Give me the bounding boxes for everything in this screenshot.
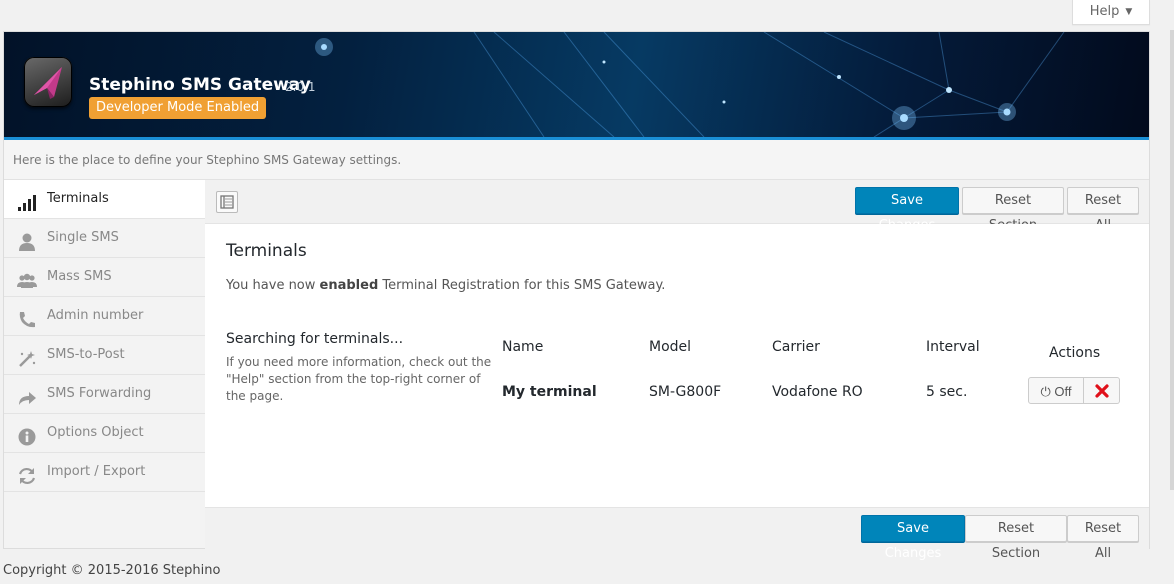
signal-bars-icon	[17, 190, 37, 211]
column-header-model: Model	[649, 339, 692, 355]
sidebar-item-sms-to-post[interactable]: SMS-to-Post	[4, 336, 205, 375]
sidebar-item-single-sms[interactable]: Single SMS	[4, 219, 205, 258]
desc-text: You have now	[226, 278, 320, 293]
section-description: You have now enabled Terminal Registrati…	[226, 278, 665, 293]
sidebar-item-label: Mass SMS	[47, 269, 112, 284]
app-version: 2.0.1	[285, 80, 316, 94]
bottom-toolbar: Save Changes Reset Section Reset All	[205, 507, 1149, 561]
sidebar-item-label: Admin number	[47, 308, 144, 323]
sidebar-item-label: Single SMS	[47, 230, 119, 245]
reset-section-button[interactable]: Reset Section	[962, 187, 1064, 233]
sidebar-item-label: SMS Forwarding	[47, 386, 152, 401]
settings-panel: Stephino SMS Gateway 2.0.1 Developer Mod…	[3, 31, 1150, 561]
reset-all-button[interactable]: Reset All	[1067, 515, 1139, 561]
expand-panel-icon[interactable]	[216, 191, 238, 213]
help-tab-label: Help	[1089, 4, 1120, 19]
sidebar: Terminals Single SMS Mass SMS Admin numb…	[4, 180, 206, 548]
save-changes-button[interactable]: Save Changes	[855, 187, 959, 233]
intro-text: Here is the place to define your Stephin…	[4, 140, 1149, 180]
sidebar-item-options-object[interactable]: Options Object	[4, 414, 205, 453]
phone-icon	[17, 307, 37, 328]
sidebar-item-label: Options Object	[47, 425, 144, 440]
scrollbar[interactable]	[1170, 30, 1174, 490]
terminals-section: Terminals You have now enabled Terminal …	[205, 224, 1149, 507]
sidebar-item-terminals[interactable]: Terminals	[4, 180, 205, 219]
developer-mode-badge: Developer Mode Enabled	[89, 97, 267, 119]
refresh-icon	[17, 463, 37, 485]
terminal-model-cell: SM-G800F	[649, 384, 722, 400]
sidebar-item-mass-sms[interactable]: Mass SMS	[4, 258, 205, 297]
copyright-text: Copyright © 2015-2016 Stephino	[3, 563, 221, 578]
searching-title: Searching for terminals...	[226, 331, 404, 347]
delete-terminal-button[interactable]	[1084, 377, 1120, 404]
sidebar-item-label: Import / Export	[47, 464, 146, 479]
header-banner: Stephino SMS Gateway 2.0.1 Developer Mod…	[4, 32, 1149, 140]
reset-all-button[interactable]: Reset All	[1067, 187, 1139, 233]
app-logo	[24, 57, 72, 107]
app-title: Stephino SMS Gateway	[89, 75, 311, 95]
sidebar-item-label: SMS-to-Post	[47, 347, 125, 362]
top-toolbar: Save Changes Reset Section Reset All	[205, 180, 1149, 233]
sidebar-item-admin-number[interactable]: Admin number	[4, 297, 205, 336]
paper-plane-logo-icon	[34, 67, 62, 99]
terminal-carrier-cell: Vodafone RO	[772, 384, 863, 400]
help-tab[interactable]: Help ▼	[1072, 0, 1150, 25]
column-header-interval: Interval	[926, 339, 980, 355]
terminal-interval-cell: 5 sec.	[926, 384, 968, 400]
save-changes-button[interactable]: Save Changes	[861, 515, 965, 561]
desc-text: Terminal Registration for this SMS Gatew…	[378, 278, 666, 293]
power-icon: ⏻	[1040, 384, 1051, 399]
column-header-name: Name	[502, 339, 544, 355]
terminal-name-cell: My terminal	[502, 384, 597, 400]
sidebar-item-import-export[interactable]: Import / Export	[4, 453, 205, 492]
desc-bold-text: enabled	[319, 278, 379, 293]
sidebar-item-sms-forwarding[interactable]: SMS Forwarding	[4, 375, 205, 414]
reset-section-button[interactable]: Reset Section	[965, 515, 1067, 561]
searching-help-text: If you need more information, check out …	[226, 355, 492, 403]
column-header-carrier: Carrier	[772, 339, 820, 355]
users-icon	[17, 268, 37, 288]
magic-wand-icon	[17, 346, 37, 367]
info-icon	[17, 424, 37, 446]
toggle-label: Off	[1054, 384, 1072, 399]
sidebar-item-label: Terminals	[47, 191, 109, 206]
section-title: Terminals	[226, 241, 307, 261]
column-header-actions: Actions	[1049, 345, 1101, 361]
forward-arrow-icon	[17, 385, 37, 405]
caret-down-icon: ▼	[1125, 7, 1133, 17]
terminal-off-button[interactable]: ⏻ Off	[1028, 377, 1084, 404]
delete-x-icon	[1094, 384, 1109, 398]
user-icon	[17, 229, 37, 251]
